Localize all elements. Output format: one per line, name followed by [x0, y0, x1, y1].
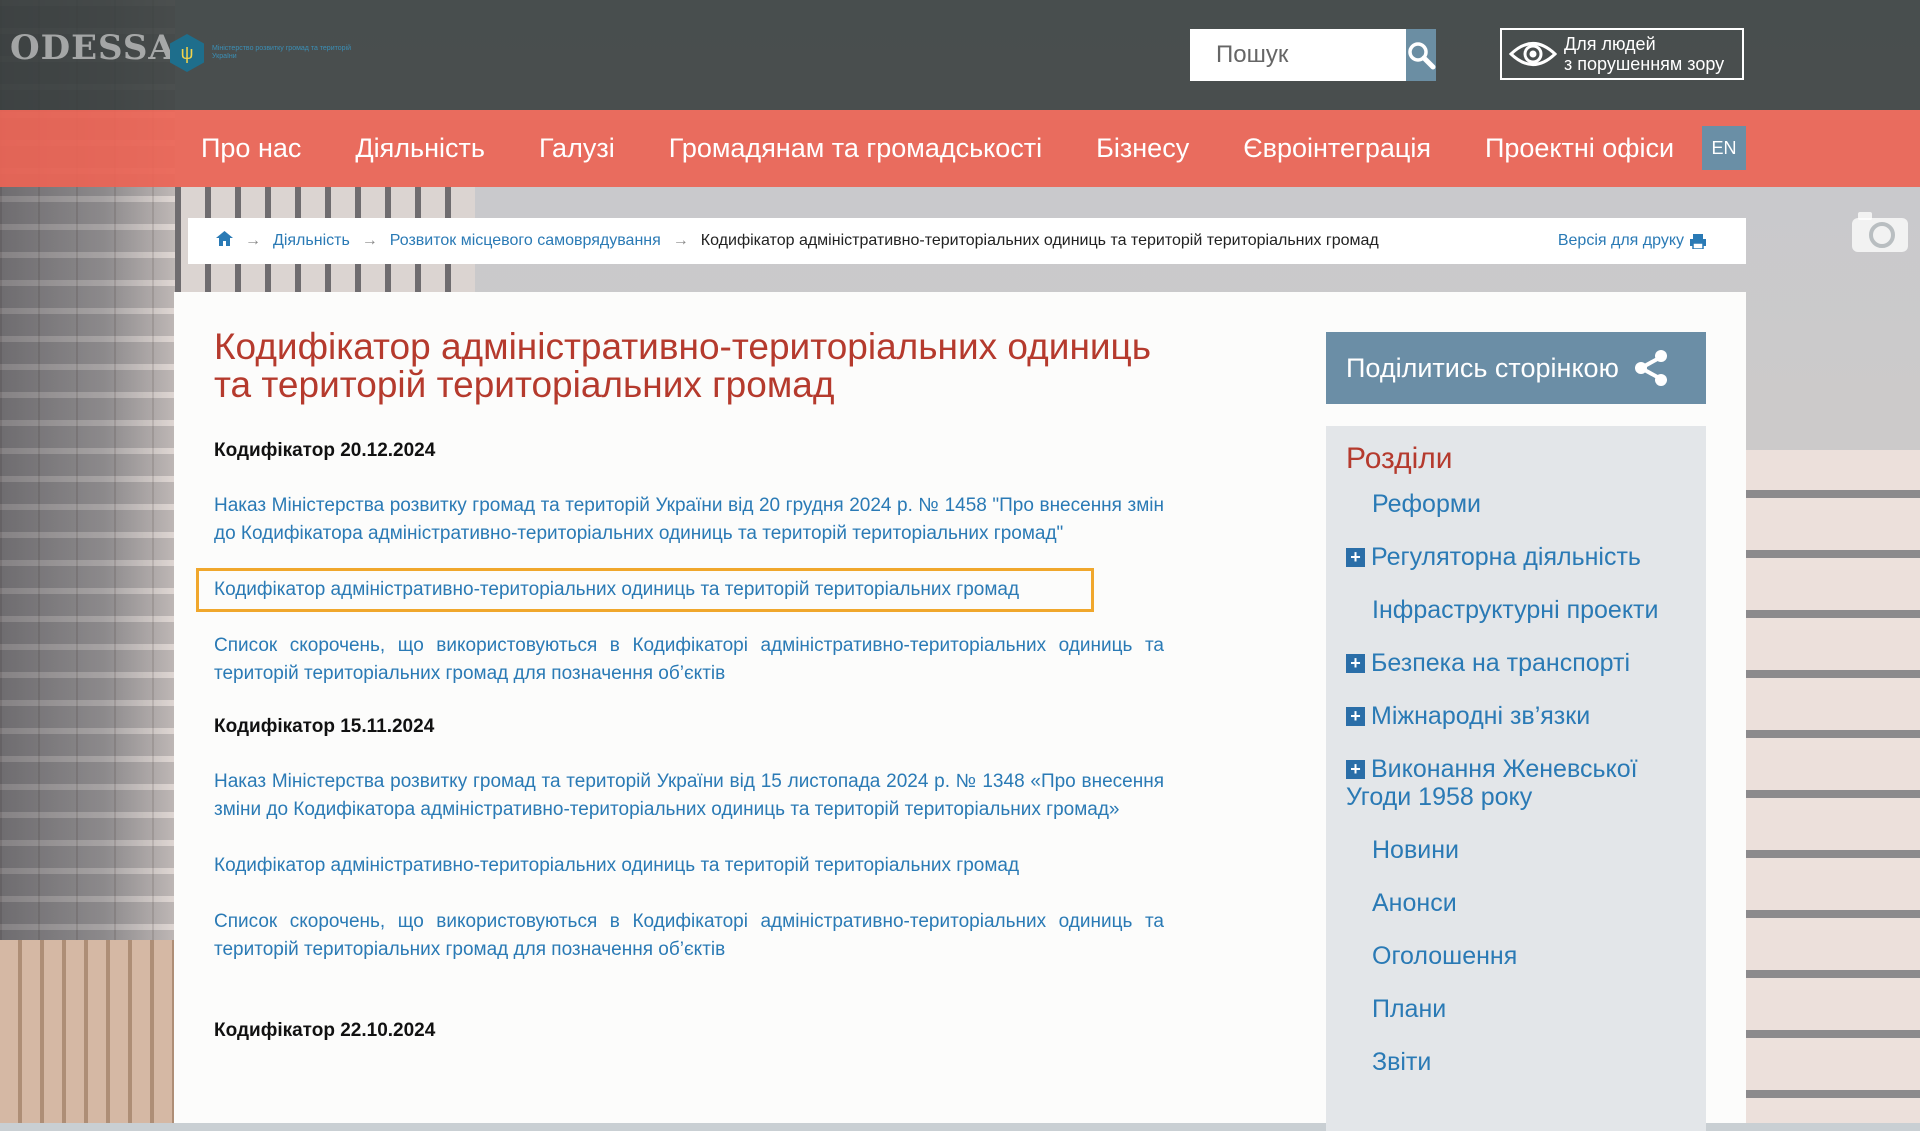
- nav-item-sectors[interactable]: Галузі: [539, 133, 615, 164]
- home-icon[interactable]: [216, 231, 233, 251]
- page-title: Кодифікатор адміністративно-територіальн…: [214, 326, 1152, 405]
- breadcrumb-current: Кодифікатор адміністративно-територіальн…: [700, 232, 1379, 249]
- sidebar-item-label: Безпека на транспорті: [1371, 649, 1631, 677]
- accessibility-button[interactable]: Для людей з порушенням зору: [1500, 28, 1744, 80]
- document-link[interactable]: Кодифікатор адміністративно-територіальн…: [214, 852, 1164, 880]
- document-link[interactable]: Список скорочень, що використовуються в …: [214, 908, 1164, 964]
- camera-icon[interactable]: [1852, 210, 1908, 252]
- sidebar-item-announcements[interactable]: Анонси: [1346, 889, 1684, 917]
- sidebar-item-plans[interactable]: Плани: [1346, 995, 1684, 1023]
- sections-title: Розділи: [1346, 442, 1453, 475]
- print-version-label: Версія для друку: [1557, 232, 1684, 249]
- sidebar-item-reforms[interactable]: Реформи: [1346, 490, 1684, 518]
- nav-item-business[interactable]: Бізнесу: [1096, 133, 1189, 164]
- sidebar-item-news[interactable]: Новини: [1346, 836, 1684, 864]
- accessibility-label-line2: з порушенням зору: [1564, 54, 1725, 74]
- accessibility-label-line1: Для людей: [1564, 34, 1656, 54]
- section-heading: Кодифікатор 22.10.2024: [214, 1020, 436, 1041]
- share-icon: [1634, 350, 1667, 386]
- share-button[interactable]: Поділитись сторінкою: [1326, 332, 1706, 404]
- sidebar: Поділитись сторінкою Розділи Реформи + Ре…: [1326, 332, 1706, 1131]
- sidebar-item-transport-safety[interactable]: + Безпека на транспорті: [1346, 649, 1684, 677]
- sidebar-item-regulatory[interactable]: + Регуляторна діяльність: [1346, 543, 1684, 571]
- nav-item-project-offices[interactable]: Проектні офіси: [1485, 133, 1674, 164]
- expand-plus-icon[interactable]: +: [1346, 707, 1365, 726]
- nav-item-activity[interactable]: Діяльність: [355, 133, 485, 164]
- search-input[interactable]: [1190, 29, 1406, 81]
- breadcrumb: → Діяльність → Розвиток місцевого самовр…: [188, 218, 1746, 264]
- search-form: [1190, 29, 1436, 81]
- ministry-logo[interactable]: ψ Міністерство розвитку громад та терито…: [170, 34, 352, 72]
- sidebar-item-label: Регуляторна діяльність: [1371, 543, 1641, 571]
- city-sign: ODESSA: [10, 28, 176, 68]
- sidebar-item-geneva-agreement[interactable]: + Виконання Женевської Угоди 1958 року: [1346, 755, 1684, 811]
- expand-plus-icon[interactable]: +: [1346, 760, 1365, 779]
- sections-menu: Розділи Реформи + Регуляторна діяльність …: [1326, 426, 1706, 1131]
- highlight-frame: [196, 568, 1094, 612]
- eye-icon: [1509, 42, 1557, 66]
- breadcrumb-link-local-government[interactable]: Розвиток місцевого самоврядування: [390, 232, 661, 250]
- nav-item-about[interactable]: Про нас: [201, 133, 301, 164]
- main-nav: Про нас Діяльність Галузі Громадянам та …: [0, 110, 1920, 187]
- sidebar-item-international[interactable]: + Міжнародні зв’язки: [1346, 702, 1684, 730]
- main-content: Кодифікатор адміністративно-територіальн…: [196, 326, 1164, 1072]
- search-button[interactable]: [1406, 29, 1436, 81]
- sidebar-item-reports[interactable]: Звіти: [1346, 1048, 1684, 1076]
- content-card: Кодифікатор адміністративно-територіальн…: [174, 292, 1746, 1131]
- expand-plus-icon[interactable]: +: [1346, 654, 1365, 673]
- highlighted-link-wrapper: Кодифікатор адміністративно-територіальн…: [196, 568, 1164, 612]
- breadcrumb-link-activity[interactable]: Діяльність: [273, 232, 350, 250]
- document-link[interactable]: Наказ Міністерства розвитку громад та те…: [214, 492, 1164, 548]
- print-version-link[interactable]: Версія для друку: [1558, 232, 1706, 250]
- ministry-name: Міністерство розвитку громад та територі…: [212, 45, 351, 60]
- sidebar-item-label: Виконання Женевської Угоди 1958 року: [1346, 755, 1638, 811]
- breadcrumb-arrow-icon: →: [361, 232, 378, 249]
- site-header: ODESSA ψ Міністерство розвитку громад та…: [0, 0, 1920, 110]
- section-heading: Кодифікатор 15.11.2024: [214, 716, 435, 737]
- section-heading: Кодифікатор 20.12.2024: [214, 440, 436, 461]
- expand-plus-icon[interactable]: +: [1346, 548, 1365, 567]
- share-label: Поділитись сторінкою: [1346, 352, 1619, 383]
- language-switch[interactable]: EN: [1702, 126, 1746, 170]
- sidebar-item-label: Міжнародні зв’язки: [1371, 702, 1591, 730]
- document-link[interactable]: Наказ Міністерства розвитку громад та те…: [214, 768, 1164, 824]
- sidebar-item-infrastructure[interactable]: Інфраструктурні проекти: [1346, 596, 1684, 624]
- nav-item-eurointegration[interactable]: Євроінтеграція: [1243, 133, 1431, 164]
- breadcrumb-arrow-icon: →: [245, 232, 261, 249]
- sidebar-item-notices[interactable]: Оголошення: [1346, 942, 1684, 970]
- nav-item-citizens[interactable]: Громадянам та громадськості: [669, 133, 1042, 164]
- printer-icon: [1690, 233, 1706, 249]
- document-link[interactable]: Список скорочень, що використовуються в …: [214, 632, 1164, 688]
- trident-emblem-icon: ψ: [170, 34, 204, 72]
- search-icon: [1408, 42, 1436, 70]
- breadcrumb-arrow-icon: →: [672, 232, 689, 249]
